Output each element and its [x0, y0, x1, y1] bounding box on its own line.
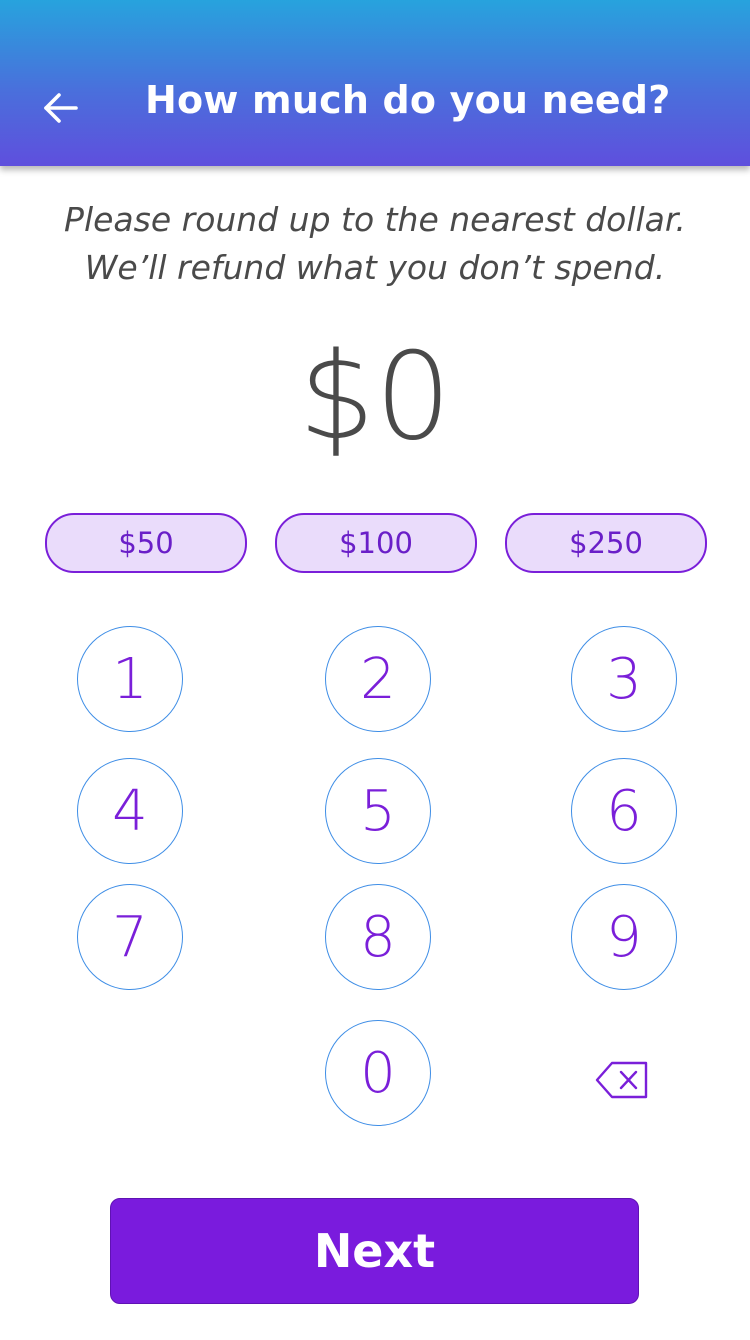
preset-50-button[interactable]: $50: [45, 513, 247, 573]
key-7-button[interactable]: 7: [77, 884, 183, 990]
key-8-button[interactable]: 8: [325, 884, 431, 990]
instructions-line-2: We’ll refund what you don’t spend.: [84, 248, 666, 287]
key-5-button[interactable]: 5: [325, 758, 431, 864]
next-button[interactable]: Next: [110, 1198, 639, 1304]
preset-100-button[interactable]: $100: [275, 513, 477, 573]
key-6-button[interactable]: 6: [571, 758, 677, 864]
key-4-button[interactable]: 4: [77, 758, 183, 864]
app-header: How much do you need?: [0, 0, 750, 166]
key-2-button[interactable]: 2: [325, 626, 431, 732]
arrow-left-icon: [44, 93, 78, 123]
back-button[interactable]: [30, 80, 90, 136]
key-0-button[interactable]: 0: [325, 1020, 431, 1126]
instructions-line-1: Please round up to the nearest dollar.: [64, 200, 686, 239]
amount-display: $0: [298, 328, 452, 467]
key-3-button[interactable]: 3: [571, 626, 677, 732]
page-title: How much do you need?: [145, 78, 671, 122]
backspace-icon: [595, 1061, 648, 1099]
amount-entry-screen: How much do you need? Please round up to…: [0, 0, 750, 1340]
preset-250-button[interactable]: $250: [505, 513, 707, 573]
key-9-button[interactable]: 9: [571, 884, 677, 990]
backspace-button[interactable]: [592, 1056, 652, 1104]
instructions-text: Please round up to the nearest dollar. W…: [0, 196, 750, 292]
key-1-button[interactable]: 1: [77, 626, 183, 732]
